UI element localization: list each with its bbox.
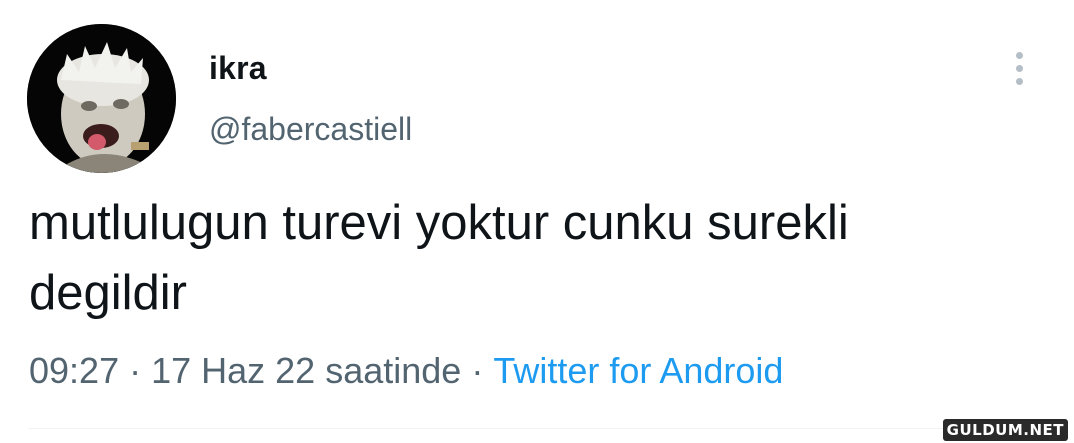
source-link[interactable]: Twitter for Android: [493, 350, 783, 391]
user-handle[interactable]: @fabercastiell: [209, 111, 412, 148]
meta-separator: ·: [129, 350, 142, 391]
divider: [28, 428, 1068, 429]
more-dot: [1015, 51, 1023, 59]
tweet-time[interactable]: 09:27: [29, 350, 119, 391]
display-name[interactable]: ikra: [209, 50, 267, 87]
more-options-icon[interactable]: [1004, 46, 1034, 90]
tweet-text: mutlulugun turevi yoktur cunku surekli d…: [29, 188, 1049, 328]
tweet-meta: 09:27 · 17 Haz 22 saatinde · Twitter for And…: [29, 350, 783, 392]
tweet-card: ikra @fabercastiell mutlulugun turevi yo…: [0, 0, 1074, 443]
more-dot: [1015, 64, 1023, 72]
tweet-text-line: mutlulugun turevi yoktur cunku surekli: [29, 196, 849, 250]
watermark-logo: GULDUM.NET: [942, 419, 1068, 441]
tweet-date[interactable]: 17 Haz 22 saatinde: [151, 350, 461, 391]
more-dot: [1015, 77, 1023, 85]
avatar-photo-icon: [27, 24, 176, 173]
tweet-text-line: degildir: [29, 266, 187, 320]
avatar[interactable]: [27, 24, 176, 173]
meta-separator: ·: [471, 350, 484, 391]
